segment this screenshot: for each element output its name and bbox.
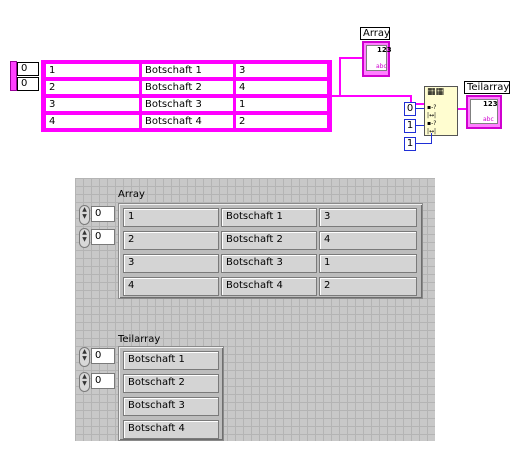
array-cell[interactable]: 2 <box>319 277 417 296</box>
array-cell[interactable]: Botschaft 3 <box>221 254 317 273</box>
input-index2-glyph: ▪-? <box>427 120 437 127</box>
array-subset-icon: ▦▦ <box>427 87 445 97</box>
array-cell[interactable]: Botschaft 2 <box>221 231 317 250</box>
array-constant-cell[interactable]: Botschaft 4 <box>141 114 234 129</box>
array-constant-index-spinner[interactable] <box>10 61 17 91</box>
array-constant-cell[interactable]: Botschaft 3 <box>141 97 234 112</box>
wire-numeric-0[interactable] <box>416 108 424 109</box>
teilarray-index-spinner-1[interactable]: ▲ ▼ <box>79 372 90 392</box>
teilarray-index-spinner-0[interactable]: ▲ ▼ <box>79 347 90 367</box>
array-constant-grid: 1 Botschaft 1 3 2 Botschaft 2 4 3 Botsch… <box>43 62 330 130</box>
array-constant-cell[interactable]: 3 <box>45 97 140 112</box>
array-constant-cell[interactable]: Botschaft 2 <box>141 80 234 95</box>
array-constant-index-1[interactable]: 0 <box>17 77 39 91</box>
input-length-glyph: |↔| <box>427 112 437 119</box>
array-cell[interactable]: 3 <box>319 208 417 227</box>
numeric-constant-2[interactable]: 1 <box>404 137 416 151</box>
array-constant-cell[interactable]: 1 <box>235 97 328 112</box>
teilarray-index-0[interactable]: 0 <box>91 348 115 364</box>
teilarray-indicator-list: Botschaft 1 Botschaft 2 Botschaft 3 Bots… <box>120 348 222 441</box>
array-cell[interactable]: 1 <box>319 254 417 273</box>
array-constant-cell[interactable]: 4 <box>45 114 140 129</box>
array-indicator-grid: 1 Botschaft 1 3 2 Botschaft 2 4 3 Botsch… <box>120 205 421 297</box>
block-diagram: 0 0 1 Botschaft 1 3 2 Botschaft 2 4 3 Bo… <box>0 0 514 160</box>
array-constant-cell[interactable]: 2 <box>235 114 328 129</box>
array-index-spinner-0[interactable]: ▲ ▼ <box>79 205 90 225</box>
array-cell[interactable]: 4 <box>319 231 417 250</box>
wire-array-up[interactable] <box>339 57 341 96</box>
array-constant-index-0[interactable]: 0 <box>17 62 39 76</box>
teilarray-cell[interactable]: Botschaft 4 <box>123 420 219 439</box>
wire-array-to-indicator[interactable] <box>339 57 364 59</box>
array-cell[interactable]: Botschaft 1 <box>221 208 317 227</box>
wire-numeric-2-up[interactable] <box>431 133 432 144</box>
array-cell[interactable]: 2 <box>123 231 219 250</box>
teilarray-cell[interactable]: Botschaft 2 <box>123 374 219 393</box>
wire-numeric-1[interactable] <box>416 125 424 126</box>
wire-array-main[interactable] <box>332 95 412 97</box>
array-constant-cell[interactable]: Botschaft 1 <box>141 63 234 78</box>
array-cell[interactable]: 3 <box>123 254 219 273</box>
string-glyph: abc <box>376 63 387 70</box>
numeric-constant-1[interactable]: 1 <box>404 119 416 133</box>
array-constant-cell[interactable]: 4 <box>235 80 328 95</box>
array-index-0[interactable]: 0 <box>91 206 115 222</box>
array-cell[interactable]: 4 <box>123 277 219 296</box>
teilarray-cell[interactable]: Botschaft 1 <box>123 351 219 370</box>
array-label: Array <box>118 189 145 200</box>
wire-numeric-2[interactable] <box>416 143 432 144</box>
array-constant-cell[interactable]: 3 <box>235 63 328 78</box>
array-index-1[interactable]: 0 <box>91 229 115 245</box>
teilarray-terminal-label: Teilarray <box>464 81 510 94</box>
array-terminal-label: Array <box>360 27 390 40</box>
numeric-constant-0[interactable]: 0 <box>404 102 416 116</box>
array-subset-function[interactable]: ▦▦ ▪-? |↔| ▪-? |↔| <box>424 86 458 136</box>
teilarray-label: Teilarray <box>118 334 161 345</box>
array-cell[interactable]: Botschaft 4 <box>221 277 317 296</box>
array-cell[interactable]: 1 <box>123 208 219 227</box>
input-index-glyph: ▪-? <box>427 104 437 111</box>
numeric-glyph: 123 <box>483 100 498 108</box>
array-constant-cell[interactable]: 2 <box>45 80 140 95</box>
array-terminal-glyph: 123 abc <box>366 45 392 71</box>
front-panel: Array ▲ ▼ 0 ▲ ▼ 0 1 Botschaft 1 3 2 Botsch… <box>75 178 435 441</box>
numeric-glyph: 123 <box>377 46 392 54</box>
teilarray-terminal-glyph: 123 abc <box>470 99 498 124</box>
teilarray-index-1[interactable]: 0 <box>91 373 115 389</box>
array-constant-cell[interactable]: 1 <box>45 63 140 78</box>
teilarray-cell[interactable]: Botschaft 3 <box>123 397 219 416</box>
array-index-spinner-1[interactable]: ▲ ▼ <box>79 228 90 248</box>
string-glyph: abc <box>483 116 494 123</box>
